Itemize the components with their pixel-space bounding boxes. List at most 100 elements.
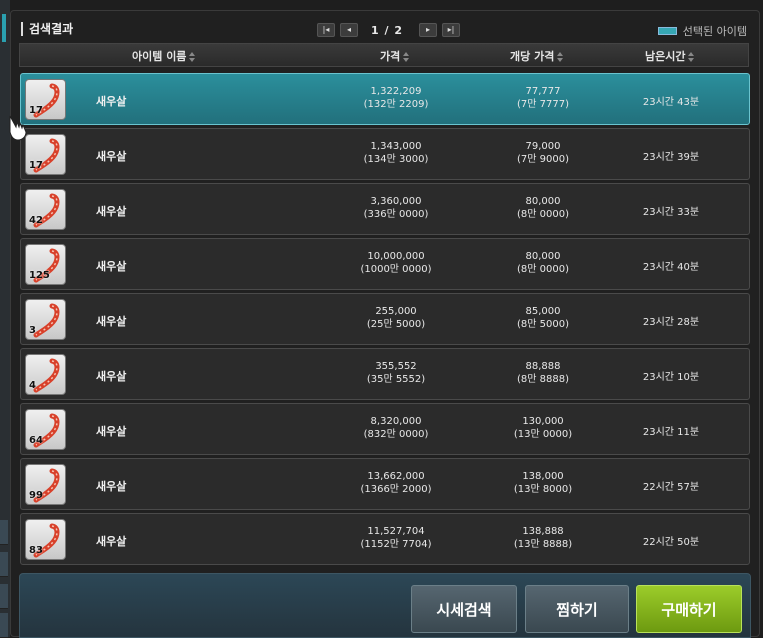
item-name: 새우살 [96, 260, 127, 273]
shrimp-icon: 99 [25, 464, 66, 505]
item-quantity: 99 [29, 490, 43, 501]
hand-cursor-icon [7, 113, 29, 141]
item-unit-price: 80,000 (8만 0000) [493, 250, 593, 276]
item-quantity: 64 [29, 435, 43, 446]
search-results-panel: 검색결과 |◂ ◂ 1 / 2 ▸ ▸| 선택된 아이템 아이템 이름 가격 개… [10, 10, 760, 638]
legend-label: 선택된 아이템 [682, 25, 747, 38]
item-price: 355,552 (35만 5552) [336, 360, 456, 386]
shrimp-icon: 3 [25, 299, 66, 340]
last-page-icon[interactable]: ▸| [441, 23, 460, 37]
price-value: 355,552 [375, 361, 417, 372]
unit-price-value: 80,000 [525, 251, 561, 262]
first-page-icon[interactable]: |◂ [317, 23, 335, 37]
item-unit-price: 85,000 (8만 5000) [493, 305, 593, 331]
left-tab-accent [2, 14, 6, 42]
price-value: 13,662,000 [367, 471, 425, 482]
table-row[interactable]: 64 새우살 8,320,000 (832만 0000) 130,000 (13만 … [20, 403, 750, 455]
buy-button[interactable]: 구매하기 [636, 585, 742, 633]
shrimp-icon: 17 [25, 134, 66, 175]
wishlist-button[interactable]: 찜하기 [525, 585, 629, 633]
shrimp-icon: 4 [25, 354, 66, 395]
table-row[interactable]: 125 새우살 10,000,000 (1000만 0000) 80,000 (8만… [20, 238, 750, 290]
item-unit-price: 88,888 (8만 8888) [493, 360, 593, 386]
table-row[interactable]: 4 새우살 355,552 (35만 5552) 88,888 (8만 8888) … [20, 348, 750, 400]
price-value: 1,343,000 [370, 141, 422, 152]
sort-icon [557, 52, 564, 62]
item-unit-price: 138,000 (13만 8000) [493, 470, 593, 496]
item-time-left: 23시간 10분 [642, 372, 700, 383]
price-korean: (1366만 2000) [360, 484, 432, 495]
table-row[interactable]: 42 새우살 3,360,000 (336만 0000) 80,000 (8만 00… [20, 183, 750, 235]
item-time-left: 22시간 57분 [642, 482, 700, 493]
item-price: 255,000 (25만 5000) [336, 305, 456, 331]
table-row[interactable]: 17 새우살 1,343,000 (134만 3000) 79,000 (7만 90… [20, 128, 750, 180]
price-value: 3,360,000 [370, 196, 422, 207]
item-quantity: 83 [29, 545, 43, 556]
col-time-left-label: 남은시간 [645, 50, 686, 63]
item-price: 3,360,000 (336만 0000) [336, 195, 456, 221]
item-time-left: 23시간 11분 [642, 427, 700, 438]
item-time-left: 23시간 43분 [642, 97, 700, 108]
unit-price-korean: (13만 0000) [513, 429, 573, 440]
table-row[interactable]: 83 새우살 11,527,704 (1152만 7704) 138,888 (13… [20, 513, 750, 565]
price-korean: (35만 5552) [366, 374, 426, 385]
table-row[interactable]: 3 새우살 255,000 (25만 5000) 85,000 (8만 5000) … [20, 293, 750, 345]
item-price: 11,527,704 (1152만 7704) [336, 525, 456, 551]
table-row[interactable]: 99 새우살 13,662,000 (1366만 2000) 138,000 (13… [20, 458, 750, 510]
item-price: 1,322,209 (132만 2209) [336, 85, 456, 111]
price-korean: (1000만 0000) [360, 264, 432, 275]
unit-price-value: 138,000 [522, 471, 564, 482]
unit-price-korean: (7만 7777) [517, 99, 569, 110]
price-korean: (132만 2209) [363, 99, 429, 110]
item-name: 새우살 [96, 535, 127, 548]
item-name: 새우살 [96, 205, 127, 218]
unit-price-korean: (8만 5000) [517, 319, 569, 330]
col-time-left[interactable]: 남은시간 [645, 48, 695, 64]
item-unit-price: 80,000 (8만 0000) [493, 195, 593, 221]
market-search-button[interactable]: 시세검색 [411, 585, 517, 633]
item-name: 새우살 [96, 370, 127, 383]
item-price: 1,343,000 (134만 3000) [336, 140, 456, 166]
left-side-block [0, 613, 8, 638]
item-quantity: 17 [29, 105, 43, 116]
unit-price-value: 85,000 [525, 306, 561, 317]
shrimp-icon: 17 [25, 79, 66, 120]
item-unit-price: 138,888 (13만 8888) [493, 525, 593, 551]
table-row[interactable]: 17 새우살 1,322,209 (132만 2209) 77,777 (7만 77… [20, 73, 750, 125]
unit-price-korean: (13만 8000) [513, 484, 573, 495]
col-price[interactable]: 가격 [380, 48, 410, 64]
unit-price-value: 80,000 [525, 196, 561, 207]
item-name: 새우살 [96, 150, 127, 163]
unit-price-korean: (13만 8888) [513, 539, 573, 550]
left-side-strip [0, 0, 10, 638]
column-header: 아이템 이름 가격 개당 가격 남은시간 [19, 43, 749, 67]
col-unit-price-label: 개당 가격 [510, 50, 555, 63]
unit-price-korean: (8만 8888) [517, 374, 569, 385]
price-value: 11,527,704 [367, 526, 425, 537]
left-side-block [0, 584, 8, 609]
item-quantity: 3 [29, 325, 36, 336]
col-unit-price[interactable]: 개당 가격 [510, 48, 564, 64]
price-korean: (25만 5000) [366, 319, 426, 330]
next-page-icon[interactable]: ▸ [418, 23, 437, 37]
prev-page-icon[interactable]: ◂ [340, 23, 358, 37]
item-time-left: 22시간 50분 [642, 537, 700, 548]
item-name: 새우살 [96, 425, 127, 438]
price-korean: (832만 0000) [363, 429, 429, 440]
left-side-block [0, 552, 8, 577]
selected-item-legend: 선택된 아이템 [657, 23, 747, 39]
shrimp-icon: 125 [25, 244, 66, 285]
item-name: 새우살 [96, 95, 127, 108]
panel-title: 검색결과 [21, 22, 73, 36]
item-time-left: 23시간 28분 [642, 317, 700, 328]
action-footer: 시세검색 찜하기 구매하기 [19, 573, 751, 638]
item-price: 13,662,000 (1366만 2000) [336, 470, 456, 496]
pagination: |◂ ◂ 1 / 2 ▸ ▸| [317, 23, 465, 37]
col-item-name[interactable]: 아이템 이름 [132, 48, 196, 64]
col-item-name-label: 아이템 이름 [132, 50, 187, 63]
item-price: 8,320,000 (832만 0000) [336, 415, 456, 441]
item-time-left: 23시간 33분 [642, 207, 700, 218]
col-price-label: 가격 [380, 50, 401, 63]
item-quantity: 125 [29, 270, 50, 281]
shrimp-icon: 42 [25, 189, 66, 230]
